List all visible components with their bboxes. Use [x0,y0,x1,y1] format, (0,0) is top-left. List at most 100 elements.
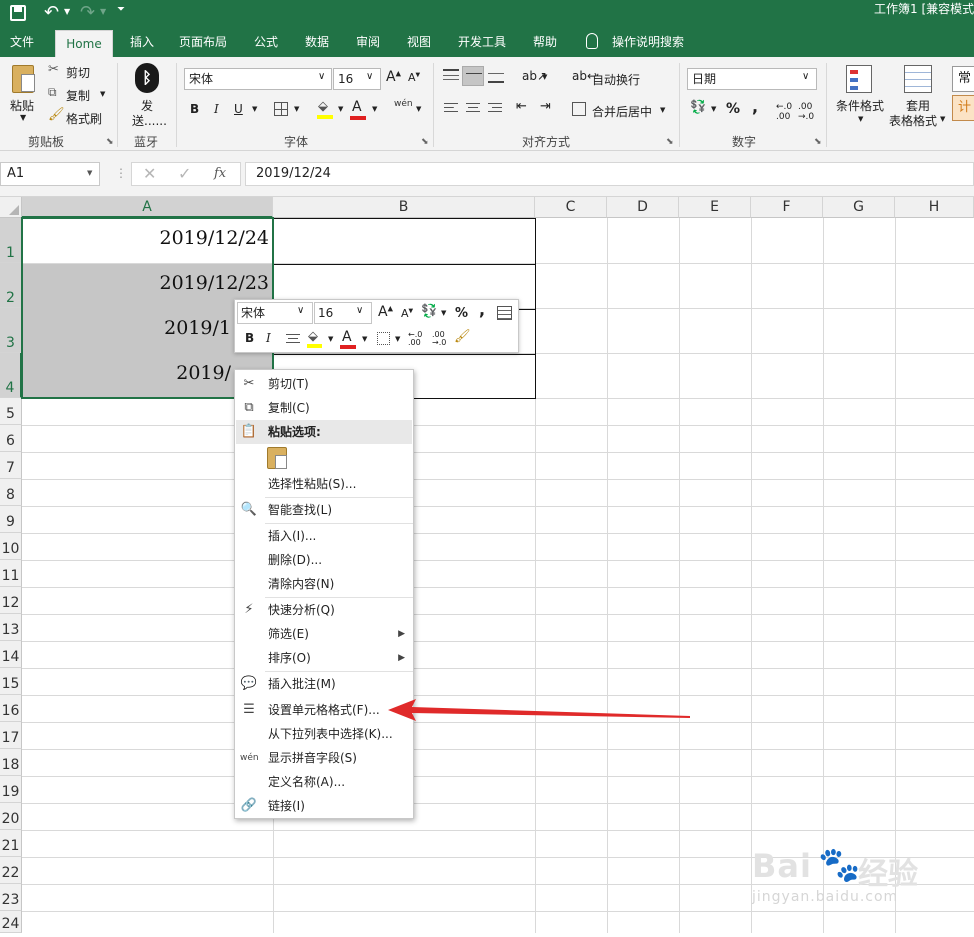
currency-dropdown-icon[interactable]: ▼ [711,105,716,113]
enter-icon[interactable]: ✓ [178,164,191,183]
mini-increase-decimal-icon[interactable]: ←.0.00 [408,331,422,347]
borders-dropdown-icon[interactable]: ▼ [294,105,299,113]
row-header[interactable]: 6 [0,425,22,452]
row-header[interactable]: 16 [0,695,22,722]
comma-button[interactable]: , [752,97,758,116]
mini-format-table-icon[interactable] [497,306,512,320]
align-right-icon[interactable] [488,103,502,115]
fill-dropdown-icon[interactable]: ▼ [338,105,343,113]
row-header[interactable]: 8 [0,479,22,506]
number-format-chevron-down-icon[interactable]: ∨ [802,71,809,82]
menu-item-clear-contents[interactable]: 清除内容(N) [235,572,413,596]
row-header[interactable]: 1 [0,218,22,263]
mini-number-format-icon[interactable]: 💱 [421,304,437,319]
row-header[interactable]: 17 [0,722,22,749]
underline-dropdown-icon[interactable]: ▼ [252,105,257,113]
row-header[interactable]: 19 [0,776,22,803]
row-header[interactable]: 2 [0,263,22,308]
menu-item-smart-lookup[interactable]: 🔍 智能查找(L) [235,498,413,522]
font-name-chevron-down-icon[interactable]: ∨ [318,71,325,82]
name-box[interactable]: A1 [0,162,100,186]
clipboard-launcher-icon[interactable]: ⬊ [106,137,114,147]
tab-developer[interactable]: 开发工具 [452,29,512,57]
tell-me-search[interactable]: 操作说明搜索 [606,29,690,57]
row-header[interactable]: 11 [0,560,22,587]
cancel-icon[interactable]: ✕ [143,164,156,183]
mini-borders-icon[interactable] [377,332,390,345]
mini-fill-dropdown-icon[interactable]: ▼ [328,335,333,343]
increase-indent-icon[interactable]: ⇥ [540,99,551,114]
borders-icon[interactable] [274,102,288,116]
menu-item-sort[interactable]: 排序(O) ▶ [235,646,413,670]
merge-dropdown-icon[interactable]: ▼ [660,106,665,114]
mini-increase-font-icon[interactable]: A▲ [378,304,393,320]
font-color-icon[interactable]: A [350,99,366,120]
menu-item-filter[interactable]: 筛选(E) ▶ [235,622,413,646]
column-header-c[interactable]: C [535,197,607,218]
underline-button[interactable]: U [234,102,243,116]
decrease-indent-icon[interactable]: ⇤ [516,99,527,114]
menu-item-pick-from-list[interactable]: 从下拉列表中选择(K)... [235,722,413,746]
bluetooth-send-line2[interactable]: 送...... [132,112,167,129]
mini-align-center-icon[interactable] [286,334,300,345]
paste-button[interactable]: 粘贴 [10,97,34,114]
tab-home[interactable]: Home [55,30,113,57]
menu-item-quick-analysis[interactable]: ⚡ 快速分析(Q) [235,598,413,622]
decrease-font-icon[interactable]: A▼ [408,71,420,84]
mini-number-format-dropdown-icon[interactable]: ▼ [441,309,446,317]
font-color-dropdown-icon[interactable]: ▼ [372,105,377,113]
column-header-f[interactable]: F [751,197,823,218]
column-header-e[interactable]: E [679,197,751,218]
format-as-table-line2[interactable]: 表格格式 [889,112,937,129]
tab-review[interactable]: 审阅 [350,29,386,57]
align-top-icon[interactable] [443,69,459,83]
row-header[interactable]: 15 [0,668,22,695]
column-header-b[interactable]: B [273,197,535,218]
mini-comma-button[interactable]: , [479,300,485,319]
mini-format-painter-icon[interactable]: 🖌 [454,329,471,344]
customize-qat-icon[interactable]: ⏷ [117,4,125,15]
mini-fill-color-icon[interactable]: ⬙ [307,329,322,348]
mini-italic-button[interactable]: I [266,331,271,345]
merge-center-button[interactable]: 合并后居中 [592,103,652,120]
tab-data[interactable]: 数据 [299,29,335,57]
row-header[interactable]: 9 [0,506,22,533]
row-header[interactable]: 20 [0,803,22,830]
menu-item-insert[interactable]: 插入(I)... [235,524,413,548]
insert-function-button[interactable]: fx [214,166,226,181]
align-bottom-icon[interactable] [488,69,504,83]
mini-bold-button[interactable]: B [245,331,254,345]
row-header[interactable]: 24 [0,911,22,933]
phonetic-icon[interactable]: wén [394,99,413,109]
mini-decrease-decimal-icon[interactable]: .00 →.0 [432,331,446,347]
italic-button[interactable]: I [214,102,219,116]
fill-color-icon[interactable]: ⬙ [317,99,333,119]
mini-font-color-icon[interactable]: A [340,329,356,349]
menu-item-paste-special[interactable]: 选择性粘贴(S)... [235,472,413,496]
copy-dropdown-icon[interactable]: ▼ [100,90,105,98]
font-size-chevron-down-icon[interactable]: ∨ [366,71,373,82]
paste-dropdown-icon[interactable]: ▼ [20,113,26,122]
row-header[interactable]: 10 [0,533,22,560]
formula-bar-handle-icon[interactable]: ⋮ [115,166,127,180]
bold-button[interactable]: B [190,102,199,116]
mini-size-chevron-down-icon[interactable]: ∨ [356,305,363,316]
tab-file[interactable]: 文件 [4,29,40,57]
cut-button[interactable]: 剪切 [66,64,90,81]
menu-item-define-name[interactable]: 定义名称(A)... [235,770,413,794]
currency-icon[interactable]: 💱 [690,100,706,115]
row-header[interactable]: 14 [0,641,22,668]
row-header[interactable]: 13 [0,614,22,641]
align-center-icon[interactable] [466,103,480,115]
menu-item-delete[interactable]: 删除(D)... [235,548,413,572]
redo-dropdown-icon[interactable]: ▼ [100,7,106,16]
row-header[interactable]: 7 [0,452,22,479]
orientation-dropdown-icon[interactable]: ▼ [542,73,547,81]
column-header-d[interactable]: D [607,197,679,218]
mini-decrease-font-icon[interactable]: A▼ [401,307,413,320]
paste-icon[interactable] [12,65,35,93]
tab-view[interactable]: 视图 [401,29,437,57]
mini-font-color-dropdown-icon[interactable]: ▼ [362,335,367,343]
save-icon[interactable] [10,5,26,21]
select-all-corner[interactable] [0,197,22,218]
